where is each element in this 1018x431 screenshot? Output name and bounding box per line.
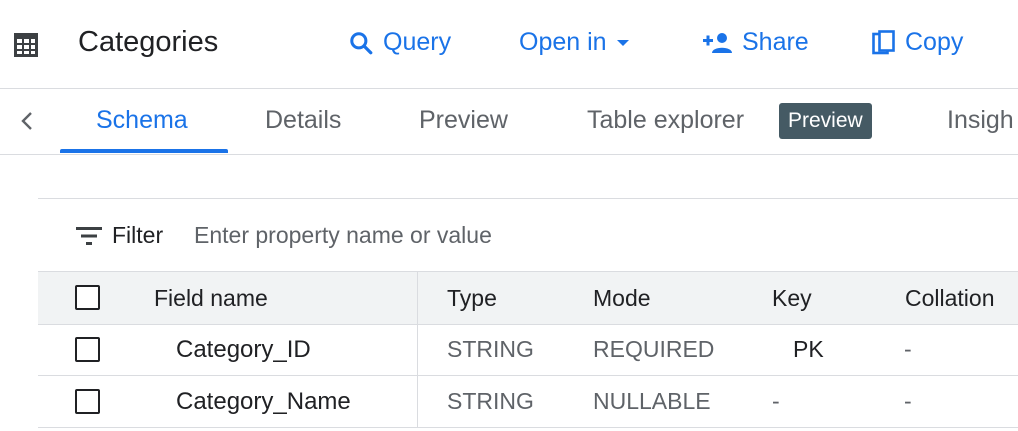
query-button[interactable]: Query	[348, 28, 451, 57]
share-button[interactable]: Share	[703, 28, 809, 57]
select-all-checkbox[interactable]	[75, 285, 100, 310]
open-in-button[interactable]: Open in	[519, 28, 630, 57]
chevron-down-icon	[616, 39, 629, 46]
copy-button[interactable]: Copy	[872, 28, 963, 57]
filter-input[interactable]	[194, 221, 794, 249]
query-label: Query	[383, 28, 452, 56]
table-row: Category_Name STRING NULLABLE - -	[38, 376, 1018, 428]
column-header-field-name[interactable]: Field name	[154, 285, 268, 312]
share-label: Share	[742, 28, 809, 56]
collation-cell: -	[904, 336, 912, 362]
column-header-key[interactable]: Key	[772, 285, 812, 312]
tab-preview[interactable]: Preview	[419, 106, 508, 135]
schema-panel: Filter Field name Type Mode Key Collatio…	[38, 198, 1018, 431]
column-header-mode[interactable]: Mode	[593, 285, 651, 312]
search-icon	[350, 31, 373, 54]
column-header-type[interactable]: Type	[447, 285, 497, 312]
collation-cell: -	[904, 388, 912, 414]
active-tab-indicator	[60, 149, 228, 153]
column-divider	[417, 272, 418, 324]
field-name-cell: Category_ID	[176, 336, 311, 363]
tab-details[interactable]: Details	[265, 106, 341, 135]
preview-badge: Preview	[779, 103, 872, 139]
table-header-bar: Categories Query Open in Share Copy	[0, 0, 1018, 89]
page-title: Categories	[78, 26, 219, 58]
key-cell: PK	[793, 336, 824, 362]
row-checkbox[interactable]	[75, 389, 100, 414]
copy-icon	[872, 29, 895, 54]
field-name-cell: Category_Name	[176, 388, 351, 415]
column-divider	[417, 324, 418, 375]
row-checkbox[interactable]	[75, 337, 100, 362]
table-row: Category_ID STRING REQUIRED PK -	[38, 324, 1018, 376]
tab-schema[interactable]: Schema	[96, 106, 188, 135]
column-divider	[417, 376, 418, 427]
table-header-row: Field name Type Mode Key Collation	[38, 271, 1018, 325]
filter-icon	[76, 227, 102, 245]
mode-cell: NULLABLE	[593, 388, 711, 414]
open-in-label: Open in	[519, 28, 607, 56]
column-header-collation[interactable]: Collation	[905, 285, 995, 312]
filter-label: Filter	[112, 222, 164, 248]
tab-table-explorer[interactable]: Table explorer	[587, 106, 744, 135]
key-cell: -	[772, 388, 780, 414]
chevron-left-icon[interactable]	[16, 109, 40, 133]
tab-bar: Schema Details Preview Table explorer Pr…	[0, 89, 1018, 155]
tab-insights[interactable]: Insigh	[947, 106, 1014, 135]
mode-cell: REQUIRED	[593, 336, 715, 362]
type-cell: STRING	[447, 336, 534, 362]
copy-label: Copy	[905, 28, 964, 56]
person-add-icon	[703, 32, 732, 53]
table-icon	[14, 33, 38, 57]
type-cell: STRING	[447, 388, 534, 414]
